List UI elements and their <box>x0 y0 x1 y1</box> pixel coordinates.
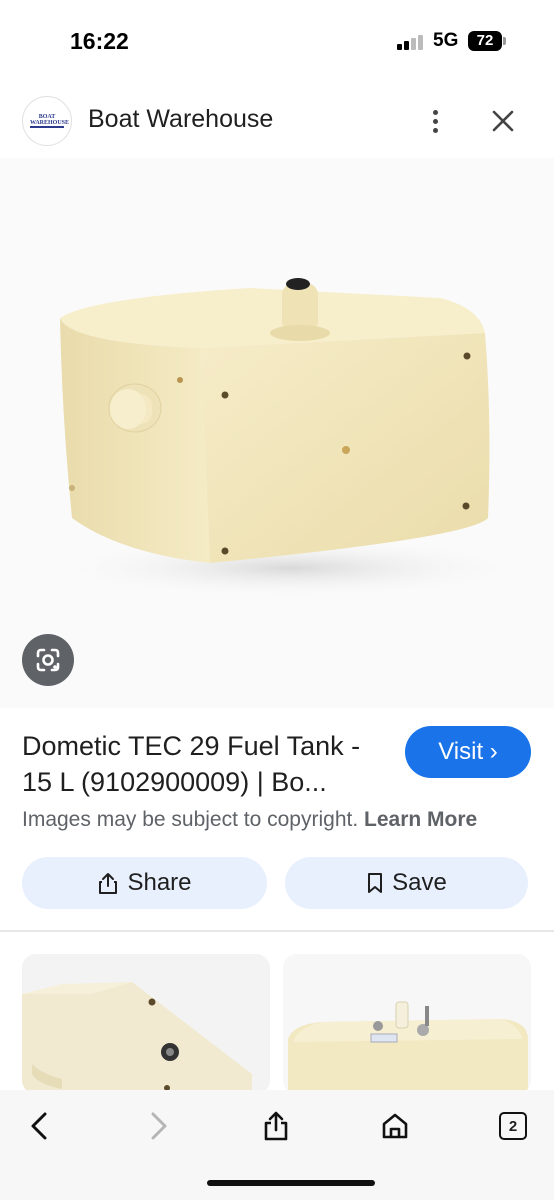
chevron-left-icon[interactable] <box>18 1104 62 1148</box>
visit-button[interactable]: Visit › <box>405 726 531 778</box>
site-logo-text: BOAT WAREHOUSE <box>30 114 70 128</box>
network-label: 5G <box>433 30 459 51</box>
tabs-icon[interactable]: 2 <box>491 1104 535 1148</box>
battery-tip <box>503 37 506 45</box>
chevron-right-icon[interactable] <box>136 1104 180 1148</box>
save-button[interactable]: Save <box>285 857 528 909</box>
clock: 16:22 <box>70 28 129 54</box>
product-image[interactable] <box>0 158 554 708</box>
google-lens-icon[interactable] <box>22 634 74 686</box>
site-logo[interactable]: BOAT WAREHOUSE <box>22 96 72 146</box>
home-indicator <box>207 1180 375 1186</box>
related-image-1[interactable] <box>22 954 270 1094</box>
close-icon[interactable] <box>486 104 520 138</box>
learn-more-link[interactable]: Learn More <box>364 808 477 831</box>
related-image-2[interactable] <box>283 954 531 1094</box>
status-bar: 16:22 5G 72 <box>0 0 554 80</box>
home-icon[interactable] <box>373 1104 417 1148</box>
site-header: BOAT WAREHOUSE Boat Warehouse <box>0 88 554 152</box>
copyright-notice: Images may be subject to copyright. Lear… <box>22 808 477 832</box>
site-name[interactable]: Boat Warehouse <box>88 105 273 134</box>
signal-icon <box>397 34 425 50</box>
share-icon <box>99 873 118 894</box>
tabs-count: 2 <box>499 1112 527 1140</box>
divider <box>0 930 554 932</box>
share-button[interactable]: Share <box>22 857 267 909</box>
share-icon[interactable] <box>254 1104 298 1148</box>
more-vert-icon[interactable] <box>420 104 450 138</box>
battery-icon: 72 <box>468 31 502 51</box>
bookmark-icon <box>368 873 383 893</box>
result-title[interactable]: Dometic TEC 29 Fuel Tank - 15 L (9102900… <box>22 728 392 800</box>
share-label: Share <box>127 869 192 896</box>
copyright-text: Images may be subject to copyright. <box>22 808 359 831</box>
save-label: Save <box>392 869 447 896</box>
